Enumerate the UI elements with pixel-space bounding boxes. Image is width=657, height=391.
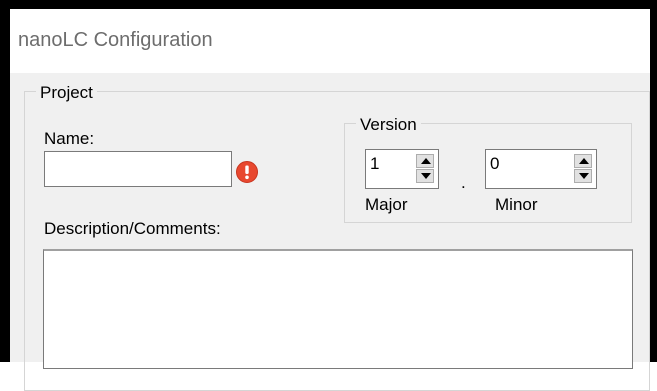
triangle-down-icon — [421, 173, 431, 179]
major-increment-button[interactable] — [416, 154, 434, 168]
title-bar[interactable]: nanoLC Configuration — [10, 9, 650, 73]
major-label: Major — [365, 195, 408, 214]
exclamation-error-icon — [236, 161, 258, 183]
triangle-down-icon — [579, 173, 589, 179]
triangle-up-icon — [421, 158, 431, 164]
version-separator: . — [461, 173, 466, 192]
major-version-value[interactable]: 1 — [370, 154, 379, 174]
minor-increment-button[interactable] — [574, 154, 592, 168]
description-label: Description/Comments: — [44, 219, 221, 238]
minor-version-value[interactable]: 0 — [490, 154, 499, 174]
window-frame-left — [0, 0, 10, 362]
project-group-legend: Project — [36, 83, 97, 103]
major-spin-buttons — [416, 154, 434, 184]
minor-decrement-button[interactable] — [574, 169, 592, 183]
name-input[interactable] — [44, 151, 232, 187]
major-decrement-button[interactable] — [416, 169, 434, 183]
minor-label: Minor — [495, 195, 538, 214]
triangle-up-icon — [579, 158, 589, 164]
window-frame-right — [650, 0, 657, 362]
major-version-spinner[interactable]: 1 — [365, 149, 439, 189]
name-label: Name: — [44, 129, 95, 148]
window-frame-top — [0, 0, 657, 9]
dialog-client-area: Project Name: Version 1 . 0 Major Minor … — [10, 73, 650, 391]
version-group-legend: Version — [356, 115, 421, 135]
minor-version-spinner[interactable]: 0 — [485, 149, 597, 189]
description-textarea[interactable] — [43, 249, 633, 369]
minor-spin-buttons — [574, 154, 592, 184]
window-title: nanoLC Configuration — [18, 29, 213, 51]
configuration-window: nanoLC Configuration Project Name: Versi… — [0, 0, 657, 391]
